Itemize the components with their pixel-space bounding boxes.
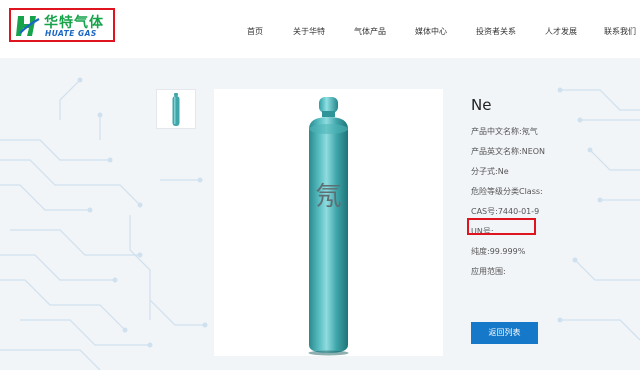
product-thumbnail[interactable] (156, 89, 196, 129)
spec-application: 应用范围: (471, 267, 506, 276)
spec-cn-name: 产品中文名称:氖气 (471, 127, 538, 136)
nav-item-about[interactable]: 关于华特 (293, 26, 325, 37)
nav-item-media[interactable]: 媒体中心 (415, 26, 447, 37)
site-header: 华特气体 HUATE GAS 首页 关于华特 气体产品 媒体中心 投资者关系 人… (0, 0, 640, 58)
spec-hazard-class: 危险等级分类Class: (471, 187, 543, 196)
cylinder-label-char: 氖 (315, 182, 341, 212)
product-title: Ne (471, 96, 492, 114)
product-detail: 氖 Ne 产品中文名称:氖气 产品英文名称:NEON 分子式:Ne 危险等级分类… (0, 58, 640, 370)
logo-mark-icon (16, 16, 40, 36)
product-main-image: 氖 (214, 89, 443, 356)
back-to-list-button[interactable]: 返回列表 (471, 322, 538, 344)
spec-purity: 纯度:99.999% (471, 247, 526, 256)
spec-cas: CAS号:7440-01-9 (471, 207, 540, 216)
cylinder-thumbnail-icon (172, 93, 180, 126)
logo-text-en: HUATE GAS (45, 29, 97, 38)
nav-item-contact[interactable]: 联系我们 (604, 26, 636, 37)
purity-highlight (467, 218, 536, 235)
spec-formula: 分子式:Ne (471, 167, 509, 176)
spec-en-name: 产品英文名称:NEON (471, 147, 546, 156)
nav-item-products[interactable]: 气体产品 (354, 26, 386, 37)
nav-item-home[interactable]: 首页 (247, 26, 263, 37)
nav-item-investors[interactable]: 投资者关系 (476, 26, 516, 37)
logo[interactable]: 华特气体 HUATE GAS (9, 8, 115, 42)
gas-cylinder-image: 氖 (308, 97, 349, 356)
nav-item-careers[interactable]: 人才发展 (545, 26, 577, 37)
